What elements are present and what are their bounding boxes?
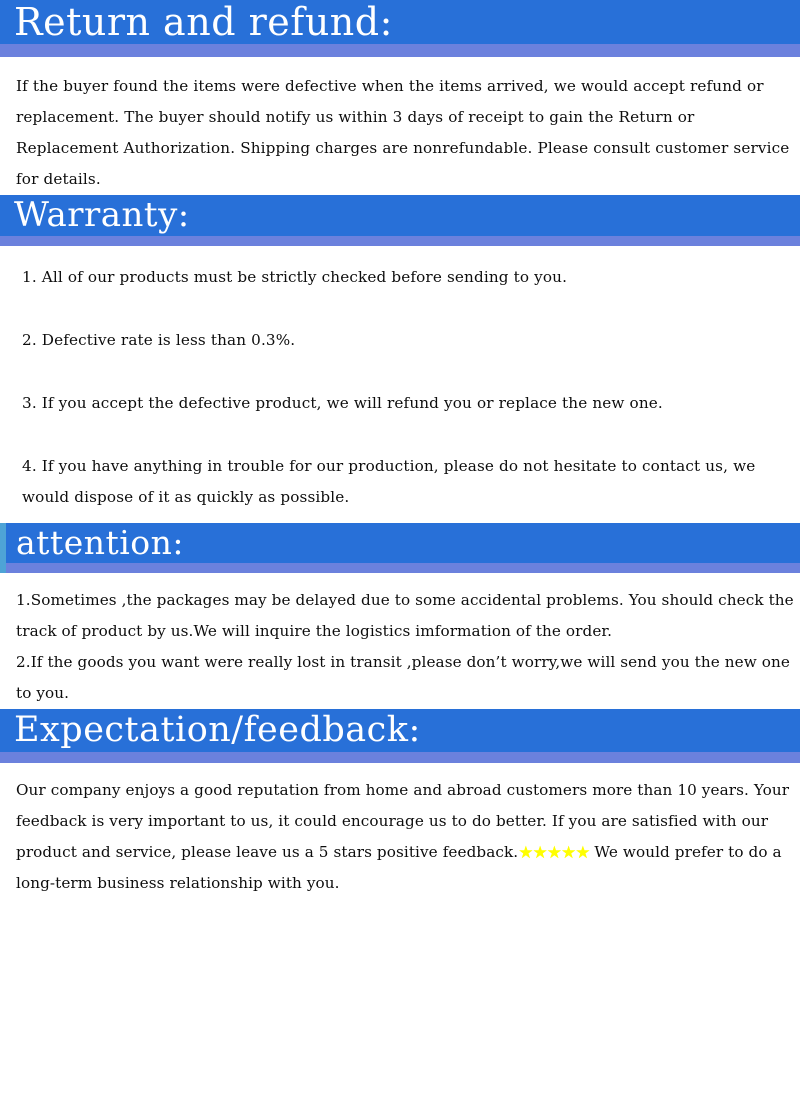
- attention-item: 1.Sometimes ,the packages may be delayed…: [16, 591, 799, 640]
- section-banner-return-and-refund: Return and refund:: [0, 0, 800, 57]
- warranty-item: 2. Defective rate is less than 0.3%.: [22, 331, 296, 349]
- section-banner-warranty: Warranty:: [0, 195, 800, 246]
- section-banner-attention: attention:: [0, 523, 800, 573]
- section-heading-warranty: Warranty:: [14, 195, 190, 235]
- warranty-item: 3. If you accept the defective product, …: [22, 394, 663, 412]
- return-refund-paragraph: If the buyer found the items were defect…: [16, 77, 795, 188]
- warranty-item: 1. All of our products must be strictly …: [22, 268, 568, 286]
- warranty-item: 4. If you have anything in trouble for o…: [22, 457, 761, 506]
- banner-accent-strip: [0, 752, 800, 763]
- section-body-expectation-feedback: Our company enjoys a good reputation fro…: [0, 763, 800, 899]
- banner-accent-strip: [6, 563, 800, 573]
- banner-accent-strip: [0, 236, 800, 246]
- star-glyphs: ★★★★★: [518, 843, 590, 863]
- section-banner-expectation-feedback: Expectation/feedback:: [0, 709, 800, 763]
- section-heading-return-and-refund: Return and refund:: [14, 0, 393, 44]
- attention-item: 2.If the goods you want were really lost…: [16, 653, 795, 702]
- section-body-attention: 1.Sometimes ,the packages may be delayed…: [0, 573, 800, 709]
- section-body-warranty: 1. All of our products must be strictly …: [0, 246, 800, 513]
- section-heading-expectation-feedback: Expectation/feedback:: [14, 710, 421, 750]
- banner-accent-strip: [0, 44, 800, 57]
- section-heading-attention: attention:: [16, 523, 185, 562]
- five-star-rating-icon: ★★★★★: [518, 843, 590, 863]
- promo-policy-page: Return and refund: If the buyer found th…: [0, 0, 800, 1113]
- expectation-feedback-paragraph: Our company enjoys a good reputation fro…: [16, 775, 800, 899]
- section-body-return-and-refund: If the buyer found the items were defect…: [0, 57, 800, 195]
